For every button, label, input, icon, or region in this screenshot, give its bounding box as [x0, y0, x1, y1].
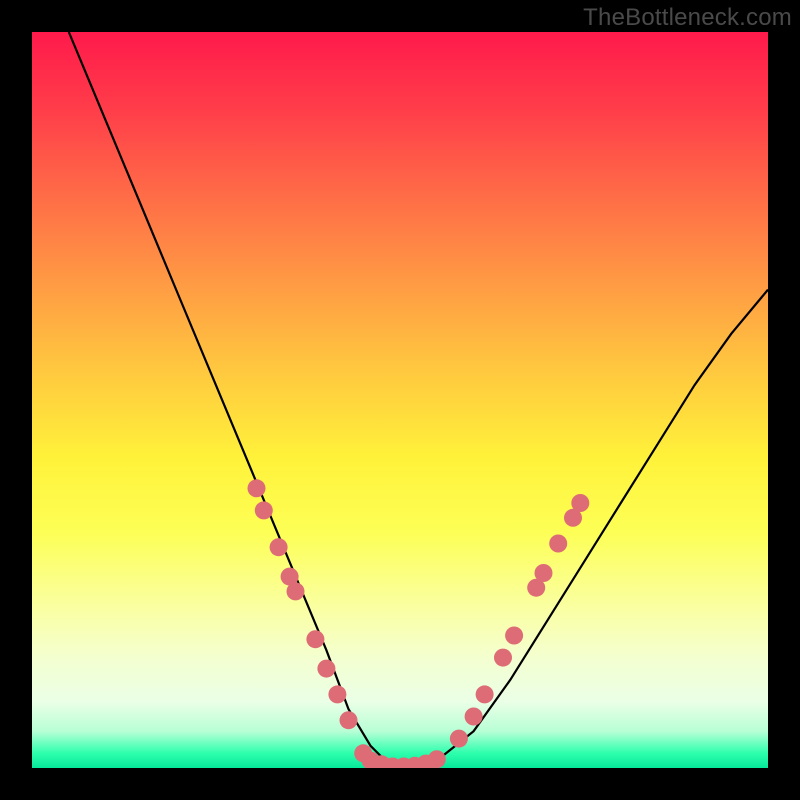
data-point-marker — [340, 711, 358, 729]
data-point-marker — [248, 479, 266, 497]
bottleneck-curve — [69, 32, 768, 768]
data-point-marker — [270, 538, 288, 556]
data-point-marker — [287, 582, 305, 600]
watermark-text: TheBottleneck.com — [583, 4, 792, 32]
data-point-marker — [317, 660, 335, 678]
data-point-marker — [465, 708, 483, 726]
data-point-marker — [571, 494, 589, 512]
data-point-marker — [255, 501, 273, 519]
curve-layer — [32, 32, 768, 768]
data-point-marker — [428, 750, 446, 768]
data-point-marker — [535, 564, 553, 582]
data-point-marker — [476, 685, 494, 703]
data-point-marker — [549, 535, 567, 553]
plot-area — [32, 32, 768, 768]
chart-frame: TheBottleneck.com — [0, 0, 800, 800]
data-point-marker — [306, 630, 324, 648]
data-point-marker — [450, 730, 468, 748]
data-point-marker — [505, 627, 523, 645]
data-point-marker — [328, 685, 346, 703]
data-point-marker — [494, 649, 512, 667]
